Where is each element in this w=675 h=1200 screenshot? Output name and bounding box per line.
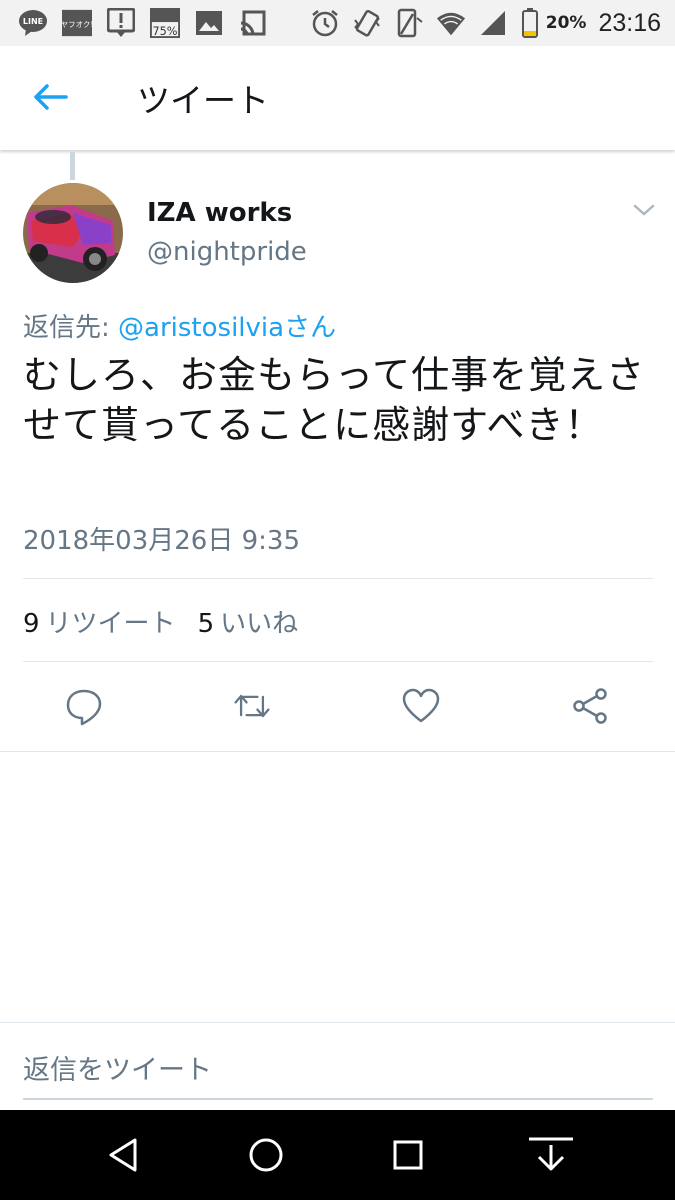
like-count: 5 <box>197 609 215 639</box>
reply-context: 返信先: @aristosilviaさん <box>23 307 336 344</box>
divider <box>23 578 653 579</box>
battery-icon <box>520 8 540 38</box>
home-circle-icon <box>249 1138 283 1172</box>
page-title: ツイート <box>137 81 269 120</box>
alarm-icon <box>310 8 340 38</box>
signal-icon <box>478 8 508 38</box>
recents-square-icon <box>393 1140 423 1170</box>
nav-hide-keyboard-button[interactable] <box>526 1132 576 1178</box>
notification-icons: LINE ヤフオク! 75% <box>0 8 268 38</box>
tweet-timestamp[interactable]: 2018年03月26日 9:35 <box>23 520 300 557</box>
reply-input-underline <box>23 1098 653 1100</box>
system-indicators: 20% 23:16 <box>310 0 661 46</box>
app-header: ツイート <box>0 46 675 150</box>
battery-percent: 20% <box>545 13 587 33</box>
clock: 23:16 <box>598 8 661 37</box>
svg-text:ヤフオク!: ヤフオク! <box>62 20 92 29</box>
retweet-count: 9 <box>23 609 40 639</box>
thread-connector <box>70 152 75 180</box>
storage-icon: 75% <box>150 8 180 38</box>
divider <box>0 751 675 752</box>
nav-home-button[interactable] <box>241 1132 291 1178</box>
svg-text:LINE: LINE <box>23 17 43 26</box>
divider <box>23 661 653 662</box>
display-name[interactable]: IZA works <box>147 198 292 228</box>
rotate-icon <box>394 8 424 38</box>
like-icon <box>402 688 440 723</box>
wifi-icon <box>436 8 466 38</box>
alert-icon <box>106 8 136 38</box>
arrow-left-icon <box>34 84 68 110</box>
status-bar: LINE ヤフオク! 75% 20% 23:16 <box>0 0 675 46</box>
chevron-down-icon <box>633 204 655 216</box>
reply-to-link[interactable]: @aristosilvia <box>118 313 284 343</box>
reply-input[interactable]: 返信をツイート <box>23 1048 653 1087</box>
nav-back-button[interactable] <box>98 1132 148 1178</box>
retweet-label: リツイート <box>45 609 176 639</box>
tweet-text: むしろ、お金もらって仕事を覚えさせて貰ってることに感謝すべき！ <box>23 353 646 447</box>
avatar[interactable] <box>23 183 123 283</box>
back-button[interactable] <box>30 80 70 114</box>
reply-prefix: 返信先: <box>23 313 119 343</box>
reply-icon <box>66 689 102 726</box>
hide-keyboard-icon <box>529 1137 573 1171</box>
reply-suffix: さん <box>284 313 337 343</box>
tweet-actions <box>0 684 675 732</box>
back-triangle-icon <box>109 1138 137 1172</box>
like-label: いいね <box>220 609 299 639</box>
retweet-button[interactable] <box>232 684 272 728</box>
yafuoku-app-icon: ヤフオク! <box>62 8 92 38</box>
like-button[interactable] <box>401 684 441 728</box>
share-button[interactable] <box>570 684 610 728</box>
divider <box>0 1022 675 1023</box>
likes-stat[interactable]: 5 いいね <box>198 609 299 639</box>
more-options-button[interactable] <box>632 200 656 220</box>
image-icon <box>194 8 224 38</box>
nav-recents-button[interactable] <box>383 1132 433 1178</box>
vibrate-icon <box>352 8 382 38</box>
cast-icon <box>238 8 268 38</box>
tweet-stats: 9 リツイート 5 いいね <box>23 603 298 640</box>
retweet-icon <box>234 694 270 718</box>
user-handle[interactable]: @nightpride <box>147 237 307 267</box>
share-icon <box>573 688 607 724</box>
retweets-stat[interactable]: 9 リツイート <box>23 609 176 639</box>
line-app-icon: LINE <box>18 8 48 38</box>
navigation-bar <box>0 1110 675 1200</box>
reply-button[interactable] <box>64 684 104 728</box>
svg-text:75%: 75% <box>152 25 177 38</box>
